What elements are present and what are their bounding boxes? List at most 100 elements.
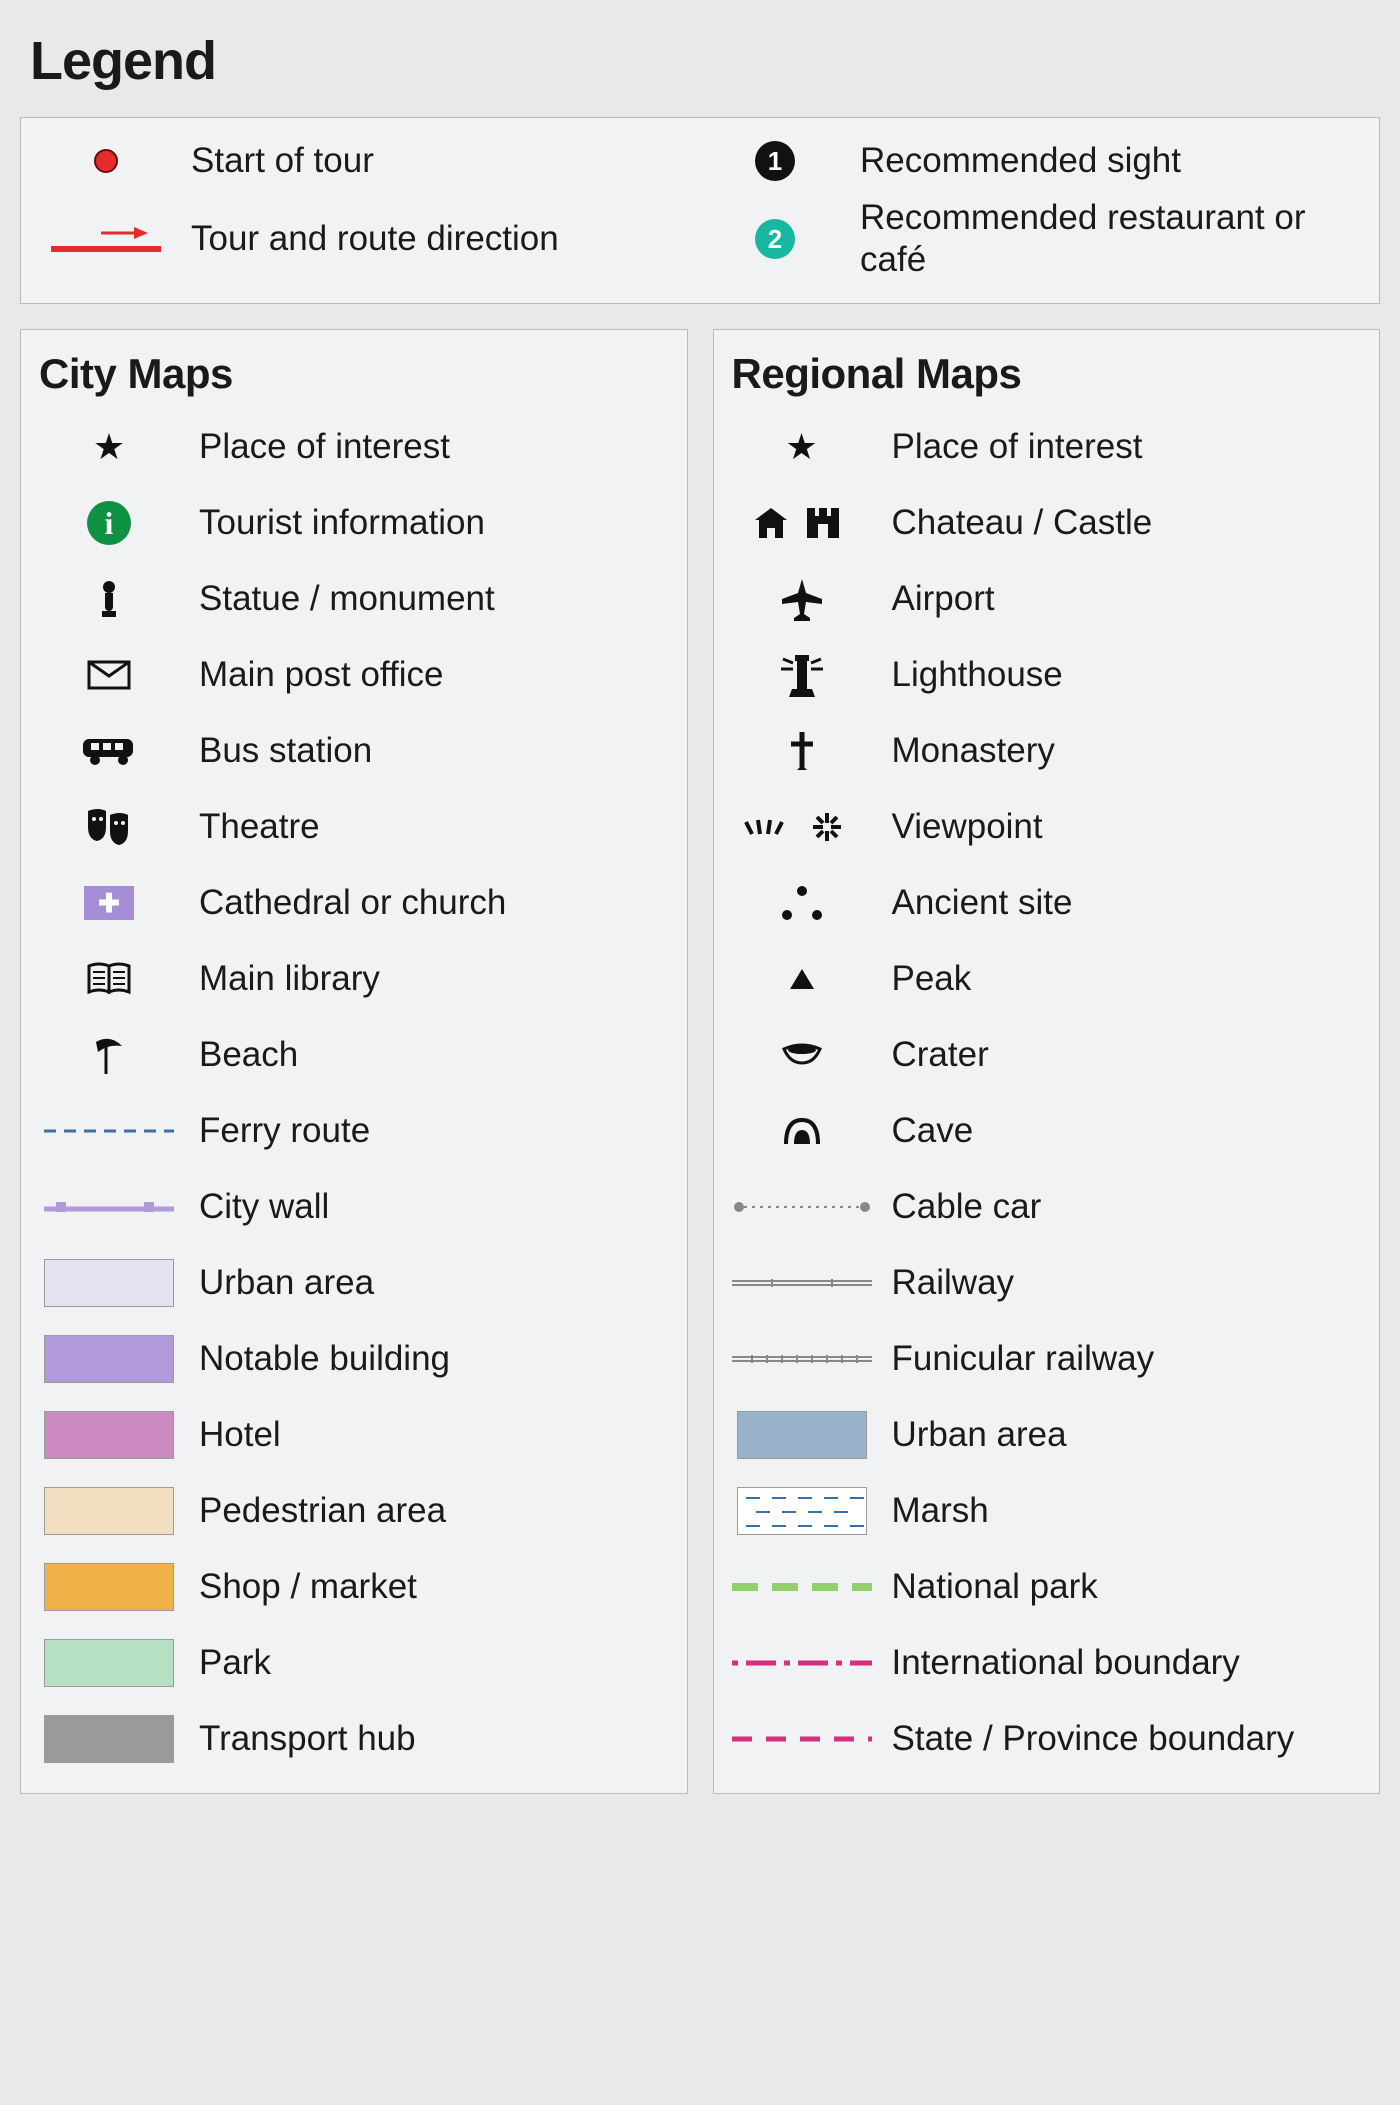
church-icon: ✚ [39, 886, 179, 920]
legend-label: City wall [199, 1187, 329, 1227]
legend-label: Recommended sight [860, 140, 1181, 182]
legend-item: City wall [39, 1183, 669, 1231]
legend-label: Pedestrian area [199, 1491, 446, 1531]
legend-item-recommended-sight: 1 Recommended sight [715, 140, 1354, 182]
legend-item: Chateau / Castle [732, 499, 1362, 547]
legend-label: Lighthouse [892, 655, 1063, 695]
legend-item: Transport hub [39, 1715, 669, 1763]
legend-item: Airport [732, 575, 1362, 623]
legend-item: Cave [732, 1107, 1362, 1155]
city-maps-box: City Maps ★ Place of interest i Tourist … [20, 329, 688, 1794]
legend-general-box: Start of tour 1 Recommended sight Tour a… [20, 117, 1380, 304]
notable-building-swatch [39, 1335, 179, 1383]
legend-label: Hotel [199, 1415, 281, 1455]
legend-item: Funicular railway [732, 1335, 1362, 1383]
legend-label: Place of interest [199, 427, 450, 467]
ferry-route-line [39, 1127, 179, 1135]
legend-label: Cave [892, 1111, 974, 1151]
hotel-swatch [39, 1411, 179, 1459]
legend-item: State / Province boundary [732, 1715, 1362, 1763]
legend-item: ✚ Cathedral or church [39, 879, 669, 927]
legend-item: Cable car [732, 1183, 1362, 1231]
legend-columns: City Maps ★ Place of interest i Tourist … [20, 329, 1380, 1794]
info-icon: i [39, 501, 179, 545]
page-title: Legend [30, 30, 1380, 92]
star-icon: ★ [39, 426, 179, 468]
shop-swatch [39, 1563, 179, 1611]
legend-item-route: Tour and route direction [46, 197, 685, 281]
legend-label: Main post office [199, 655, 444, 695]
legend-label: Airport [892, 579, 995, 619]
theatre-icon [39, 807, 179, 847]
legend-label: Shop / market [199, 1567, 417, 1607]
legend-label: Railway [892, 1263, 1015, 1303]
legend-item: Peak [732, 955, 1362, 1003]
legend-label: Urban area [199, 1263, 374, 1303]
legend-label: Monastery [892, 731, 1055, 771]
legend-item: Lighthouse [732, 651, 1362, 699]
legend-label: Theatre [199, 807, 320, 847]
legend-item: Beach [39, 1031, 669, 1079]
state-boundary-line [732, 1735, 872, 1743]
legend-label: Viewpoint [892, 807, 1043, 847]
legend-label: Park [199, 1643, 271, 1683]
funicular-line [732, 1354, 872, 1364]
legend-item: National park [732, 1563, 1362, 1611]
legend-label: Bus station [199, 731, 372, 771]
legend-label: Funicular railway [892, 1339, 1155, 1379]
legend-label: Ferry route [199, 1111, 370, 1151]
airport-icon [732, 577, 872, 621]
legend-label: Cathedral or church [199, 883, 506, 923]
pedestrian-swatch [39, 1487, 179, 1535]
legend-label: Statue / monument [199, 579, 495, 619]
legend-label: Ancient site [892, 883, 1073, 923]
city-wall-line [39, 1197, 179, 1217]
cable-car-line [732, 1200, 872, 1214]
legend-label: Chateau / Castle [892, 503, 1153, 543]
lighthouse-icon [732, 653, 872, 697]
legend-label: Start of tour [191, 140, 374, 182]
legend-item: Bus station [39, 727, 669, 775]
legend-label: National park [892, 1567, 1098, 1607]
intl-boundary-line [732, 1658, 872, 1668]
bus-icon [39, 735, 179, 767]
regional-maps-box: Regional Maps ★ Place of interest [713, 329, 1381, 1794]
library-icon [39, 960, 179, 998]
legend-label: Urban area [892, 1415, 1067, 1455]
star-icon: ★ [732, 426, 872, 468]
legend-item: Pedestrian area [39, 1487, 669, 1535]
national-park-line [732, 1582, 872, 1592]
legend-item-restaurant: 2 Recommended restaurant or café [715, 197, 1354, 281]
legend-item: Railway [732, 1259, 1362, 1307]
legend-item: ★ Place of interest [732, 423, 1362, 471]
route-direction-icon [46, 223, 166, 255]
legend-item: Main library [39, 955, 669, 1003]
legend-label: Recommended restaurant or café [860, 197, 1354, 281]
legend-label: Peak [892, 959, 972, 999]
legend-item: Crater [732, 1031, 1362, 1079]
legend-label: Beach [199, 1035, 298, 1075]
legend-item: International boundary [732, 1639, 1362, 1687]
region-urban-swatch [732, 1411, 872, 1459]
legend-label: International boundary [892, 1643, 1240, 1683]
legend-item: Notable building [39, 1335, 669, 1383]
legend-label: Notable building [199, 1339, 450, 1379]
urban-area-swatch [39, 1259, 179, 1307]
legend-item: Statue / monument [39, 575, 669, 623]
regional-maps-title: Regional Maps [732, 350, 1362, 398]
legend-label: Tourist information [199, 503, 485, 543]
legend-item: Monastery [732, 727, 1362, 775]
legend-label: Marsh [892, 1491, 989, 1531]
crater-icon [732, 1043, 872, 1067]
recommended-restaurant-icon: 2 [715, 219, 835, 259]
legend-item: Shop / market [39, 1563, 669, 1611]
legend-label: Crater [892, 1035, 989, 1075]
legend-item: Main post office [39, 651, 669, 699]
legend-item: Marsh [732, 1487, 1362, 1535]
legend-item: Urban area [732, 1411, 1362, 1459]
legend-item: Park [39, 1639, 669, 1687]
legend-item: Ferry route [39, 1107, 669, 1155]
legend-item: Viewpoint [732, 803, 1362, 851]
legend-label: Main library [199, 959, 380, 999]
park-swatch [39, 1639, 179, 1687]
